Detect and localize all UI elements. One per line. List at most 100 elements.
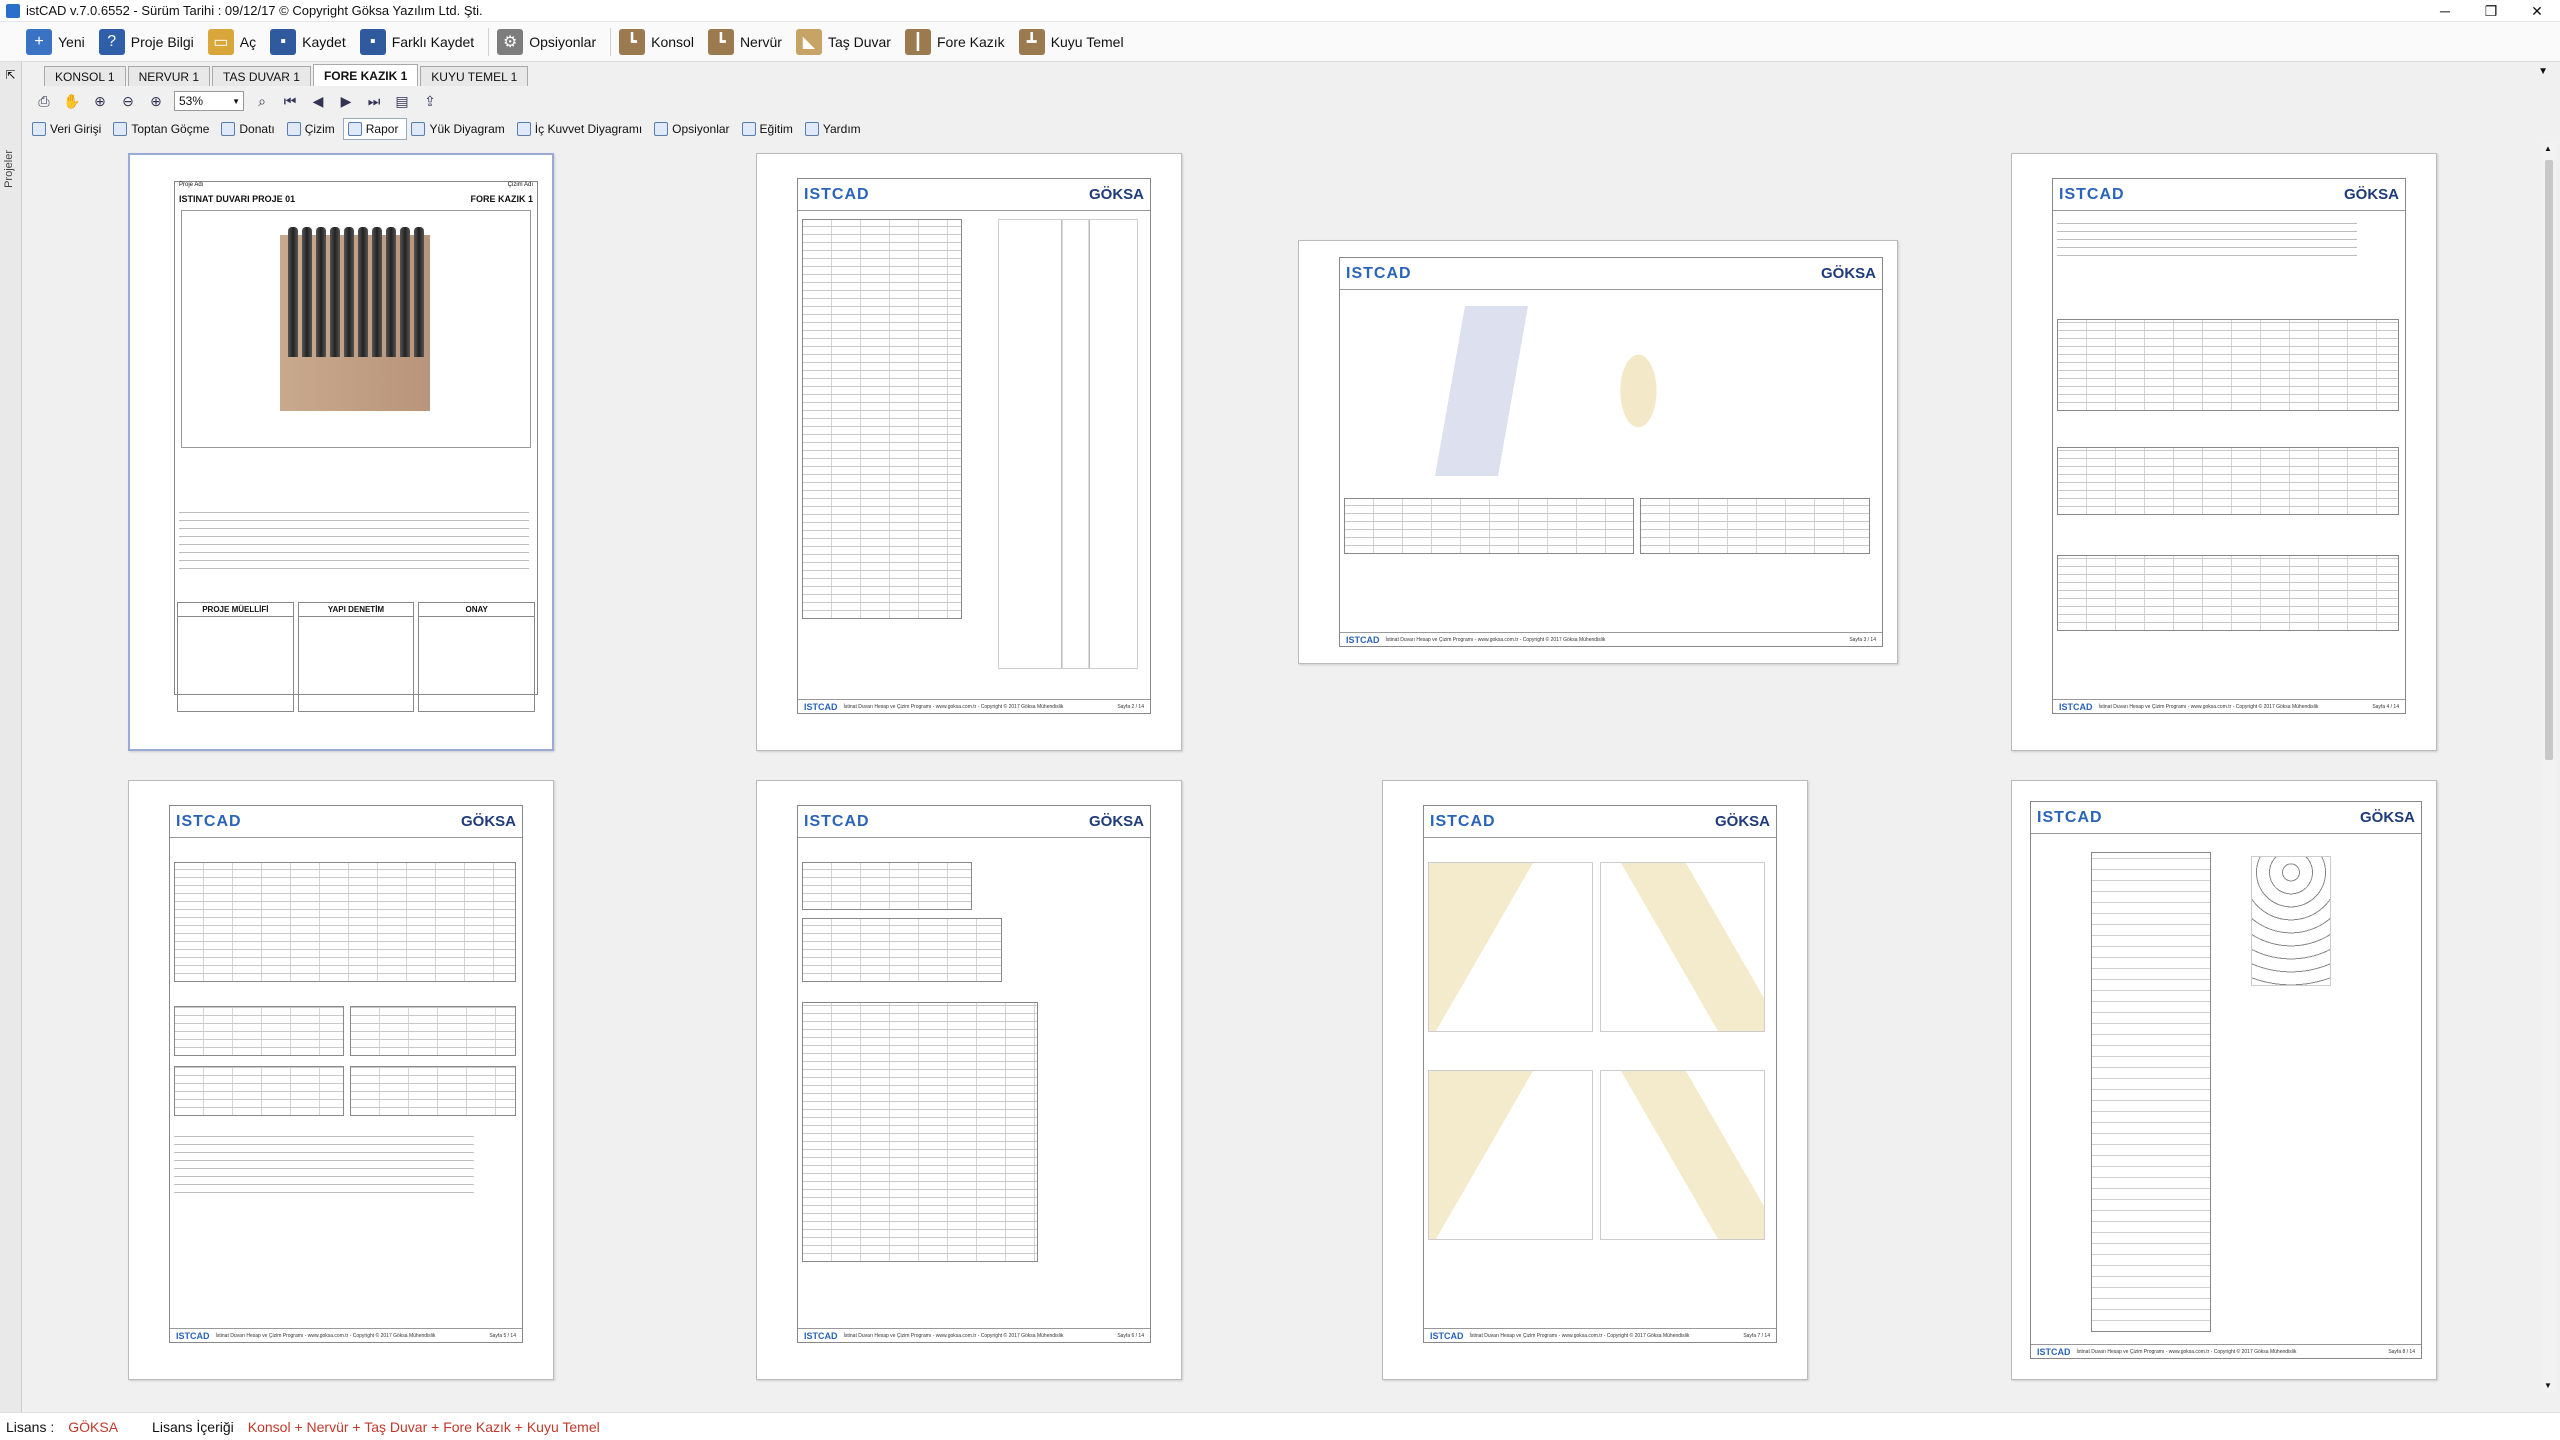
drawing-icon [286, 122, 301, 136]
mode-yuk-diyagram[interactable]: Yük Diyagram [407, 118, 512, 140]
scroll-up-icon[interactable]: ▲ [2544, 144, 2552, 153]
save-button[interactable]: ▪ Kaydet [266, 25, 356, 59]
save-icon: ▪ [270, 28, 297, 55]
first-page-icon[interactable]: ⏮ [279, 90, 301, 112]
view-toolbar: ⎙ ✋ ⊕ ⊖ ⊕ 53% ▼ ⌕ ⏮ ◀ ▶ ⏭ ▤ ⇪ [30, 88, 444, 114]
mode-rapor[interactable]: Rapor [342, 118, 408, 140]
mode-yardim[interactable]: Yardım [801, 118, 869, 140]
section-force-table [174, 862, 516, 982]
print-icon[interactable]: ⎙ [33, 90, 55, 112]
fore-kazik-button[interactable]: ┃ Fore Kazık [901, 25, 1015, 59]
konsol-button[interactable]: ┗ Konsol [615, 25, 704, 59]
last-page-icon[interactable]: ⏭ [363, 90, 385, 112]
tab-tas-duvar-1[interactable]: TAS DUVAR 1 [212, 66, 311, 86]
sig-header-onay: ONAY [419, 603, 535, 617]
fore-kazik-icon: ┃ [904, 28, 931, 55]
save-as-icon: ▪ [359, 28, 386, 55]
report-page-4[interactable]: ISTCAD GÖKSA ISTCAD İstinat Duvarı Hesap v… [2011, 153, 2437, 751]
cover-sub-labels: Proje Adı Çizim Adı [179, 182, 533, 188]
zoom-select[interactable]: 53% ▼ [174, 91, 244, 111]
cover-titles: ISTINAT DUVARI PROJE 01 FORE KAZIK 1 [179, 194, 533, 204]
options-icon [654, 122, 669, 136]
tab-nervur-1[interactable]: NERVUR 1 [127, 66, 211, 86]
main-toolbar: + Yeni ? Proje Bilgi ▭ Aç ▪ Kaydet ▪ Farklı K… [0, 22, 2560, 62]
design-table-1 [174, 1006, 344, 1056]
mode-toptan-gocme[interactable]: Toptan Göçme [109, 118, 217, 140]
data-entry-icon [32, 122, 46, 136]
mode-donati[interactable]: Donatı [217, 118, 282, 140]
tab-fore-kazik-1[interactable]: FORE KAZIK 1 [312, 64, 419, 86]
tas-duvar-button[interactable]: ◣ Taş Duvar [792, 25, 901, 59]
save-as-button[interactable]: ▪ Farklı Kaydet [356, 25, 484, 59]
page-header: ISTCAD GÖKSA [798, 806, 1150, 838]
kuyu-temel-button[interactable]: ┻ Kuyu Temel [1015, 25, 1134, 59]
mode-opsiyonlar[interactable]: Opsiyonlar [650, 118, 737, 140]
prev-page-icon[interactable]: ◀ [307, 90, 329, 112]
nervur-button[interactable]: ┗ Nervür [704, 25, 792, 59]
open-button[interactable]: ▭ Aç [204, 25, 266, 59]
report-page-3[interactable]: ISTCAD GÖKSA ISTCAD İstinat Duvarı Hesap v… [1298, 240, 1898, 664]
coefficient-table-2 [2057, 447, 2399, 515]
search-icon[interactable]: ⌕ [251, 90, 273, 112]
load-table [1344, 498, 1634, 554]
mode-egitim[interactable]: Eğitim [738, 118, 801, 140]
window-controls: ─ ❐ ✕ [2422, 0, 2560, 22]
legend-table [1640, 498, 1870, 554]
collapse-icon [113, 122, 128, 136]
projects-sidebar[interactable]: ⇱ Projeler [0, 62, 22, 1412]
page-frame: ISTCAD GÖKSA ISTCAD İstinat Duvarı Hesap v… [1423, 805, 1777, 1343]
report-page-8[interactable]: ISTCAD GÖKSA ISTCAD İstinat Duvarı Hesap v… [2011, 780, 2437, 1380]
zoom-out-icon[interactable]: ⊖ [117, 90, 139, 112]
report-page-cover[interactable]: Proje Adı Çizim Adı ISTINAT DUVARI PROJE … [128, 153, 554, 751]
mode-veri-girisi[interactable]: Veri Girişi [28, 118, 109, 140]
license-content-label: Lisans İçeriği [152, 1418, 234, 1435]
scroll-down-icon[interactable]: ▼ [2544, 1381, 2552, 1390]
vertical-scrollbar[interactable]: ▲ ▼ [2542, 142, 2556, 1392]
minimize-icon[interactable]: ─ [2422, 0, 2468, 22]
design-table-2 [350, 1006, 516, 1056]
spring-table [802, 918, 1002, 982]
export-icon[interactable]: ⇪ [419, 90, 441, 112]
page-frame: ISTCAD GÖKSA ISTCAD İstinat Duvarı Hesap v… [797, 178, 1151, 714]
pin-icon[interactable]: ⇱ [3, 68, 19, 84]
page-footer: ISTCAD İstinat Duvarı Hesap ve Çizim Prog… [798, 699, 1150, 713]
app-icon [6, 3, 20, 18]
report-page-2[interactable]: ISTCAD GÖKSA ISTCAD İstinat Duvarı Hesap v… [756, 153, 1182, 751]
report-page-5[interactable]: ISTCAD GÖKSA ISTCAD İstinat Duvarı Hesap v… [128, 780, 554, 1380]
page-layout-icon[interactable]: ▤ [391, 90, 413, 112]
license-content-value: Konsol + Nervür + Taş Duvar + Fore Kazık… [247, 1418, 600, 1435]
maximize-icon[interactable]: ❐ [2468, 0, 2514, 22]
retaining-wall-render [280, 227, 430, 411]
page-frame: ISTCAD GÖKSA ISTCAD İstinat Duvarı Hesap v… [797, 805, 1151, 1343]
help-icon [804, 122, 819, 136]
zoom-in-icon[interactable]: ⊕ [145, 90, 167, 112]
tab-kuyu-temel-1[interactable]: KUYU TEMEL 1 [420, 66, 529, 86]
drawing-title: FORE KAZIK 1 [470, 194, 533, 204]
close-icon[interactable]: ✕ [2514, 0, 2560, 22]
report-page-7[interactable]: ISTCAD GÖKSA ISTCAD İstinat Duvarı Hesap v… [1382, 780, 1808, 1380]
zoom-window-icon[interactable]: ⊕ [89, 90, 111, 112]
mode-cizim[interactable]: Çizim [283, 118, 343, 140]
next-page-icon[interactable]: ▶ [335, 90, 357, 112]
page-footer: ISTCAD İstinat Duvarı Hesap ve Çizim Prog… [798, 1328, 1150, 1342]
report-page-6[interactable]: ISTCAD GÖKSA ISTCAD İstinat Duvarı Hesap v… [756, 780, 1182, 1380]
shear-diagram-2 [1600, 1070, 1765, 1240]
load-diagram [1420, 306, 1840, 476]
sig-header-muellif: PROJE MÜELLİFİ [178, 603, 293, 617]
displacement-result-table [802, 1002, 1038, 1262]
mode-ic-kuvvet[interactable]: İç Kuvvet Diyagramı [513, 118, 650, 140]
toolbar-separator [610, 27, 612, 56]
options-button[interactable]: ⚙ Opsiyonlar [493, 25, 606, 59]
hand-pan-icon[interactable]: ✋ [61, 90, 83, 112]
new-button[interactable]: + Yeni [22, 25, 95, 59]
projects-sidebar-label[interactable]: Projeler [3, 150, 15, 188]
tab-konsol-1[interactable]: KONSOL 1 [44, 66, 126, 86]
project-info-button[interactable]: ? Proje Bilgi [95, 25, 204, 59]
mode-toolbar: Veri Girişi Toptan Göçme Donatı Çizim Ra… [28, 116, 869, 142]
document-tabs: KONSOL 1 NERVUR 1 TAS DUVAR 1 FORE KAZIK… [44, 64, 530, 86]
status-bar: Lisans : GÖKSA Lisans İçeriği Konsol + N… [0, 1412, 2560, 1440]
tabs-dropdown-icon[interactable]: ▼ [2538, 66, 2548, 77]
page-header: ISTCAD GÖKSA [1340, 258, 1882, 290]
scroll-thumb[interactable] [2545, 160, 2553, 760]
page-frame: Proje Adı Çizim Adı ISTINAT DUVARI PROJE … [174, 181, 538, 712]
